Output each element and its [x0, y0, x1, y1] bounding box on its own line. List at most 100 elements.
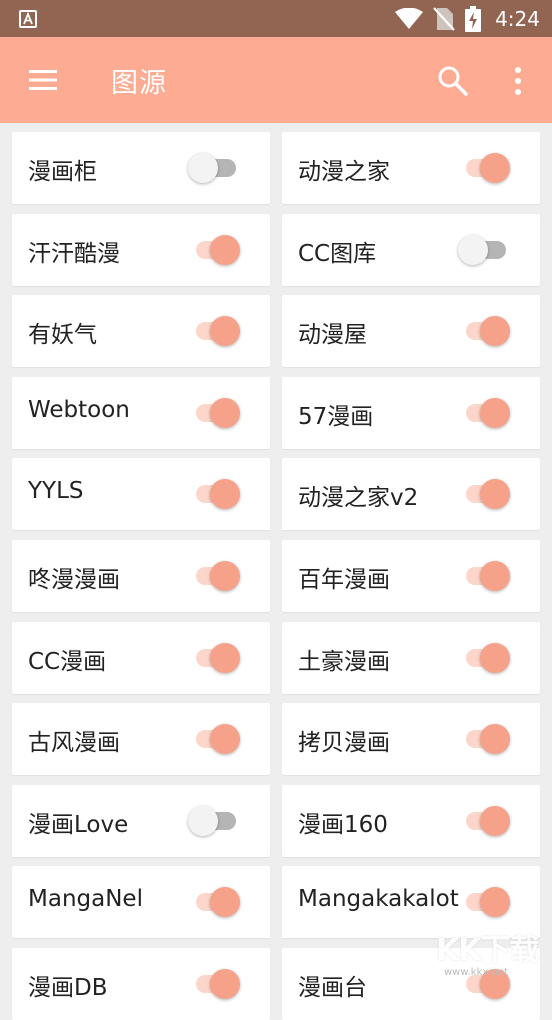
- source-toggle[interactable]: [188, 396, 248, 430]
- source-card[interactable]: 动漫之家: [282, 132, 540, 204]
- toggle-thumb: [480, 887, 510, 918]
- source-toggle[interactable]: [458, 641, 518, 675]
- source-card[interactable]: Mangakakalot: [282, 866, 540, 939]
- search-icon[interactable]: [436, 64, 470, 98]
- source-name: CC漫画: [28, 648, 107, 675]
- source-name: 动漫之家v2: [298, 485, 419, 512]
- source-toggle[interactable]: [188, 722, 248, 756]
- source-toggle[interactable]: [458, 559, 518, 593]
- source-name: Webtoon: [28, 396, 130, 423]
- source-toggle[interactable]: [188, 151, 248, 185]
- source-card[interactable]: MangaNel: [12, 866, 270, 939]
- source-name: 土豪漫画: [298, 648, 390, 675]
- source-name: MangaNel: [28, 886, 143, 913]
- toggle-thumb: [210, 479, 240, 510]
- source-toggle[interactable]: [188, 233, 248, 267]
- source-card[interactable]: 动漫屋: [282, 295, 540, 368]
- source-toggle[interactable]: [458, 314, 518, 348]
- source-name: 动漫之家: [298, 159, 390, 185]
- wifi-icon: [395, 8, 424, 29]
- source-toggle[interactable]: [458, 885, 518, 919]
- menu-icon[interactable]: [23, 64, 63, 96]
- source-grid: 漫画柜 动漫之家汗汗酷漫 CC图库有妖气 动漫屋 Webtoon 57漫画 YYLS 动漫之家…: [0, 123, 552, 1020]
- source-name: 漫画柜: [28, 159, 97, 185]
- source-card[interactable]: 漫画柜: [12, 132, 270, 204]
- source-toggle[interactable]: [188, 477, 248, 511]
- source-toggle[interactable]: [458, 233, 518, 267]
- source-toggle[interactable]: [458, 804, 518, 838]
- source-name: 百年漫画: [298, 567, 390, 593]
- source-toggle[interactable]: [188, 967, 248, 1001]
- toggle-thumb: [480, 724, 510, 755]
- toggle-thumb: [480, 479, 510, 510]
- source-name: YYLS: [28, 478, 84, 505]
- source-card[interactable]: 土豪漫画: [282, 621, 540, 694]
- source-name: 57漫画: [298, 403, 374, 430]
- toggle-thumb: [480, 153, 510, 183]
- source-card[interactable]: CC漫画: [12, 621, 270, 694]
- source-card[interactable]: CC图库: [282, 213, 540, 286]
- source-name: 有妖气: [28, 322, 97, 349]
- source-toggle[interactable]: [458, 967, 518, 1001]
- toggle-thumb: [188, 805, 218, 836]
- toggle-thumb: [480, 561, 510, 591]
- page-title: 图源: [111, 68, 167, 99]
- source-card[interactable]: 漫画Love: [12, 784, 270, 857]
- more-vert-icon[interactable]: [506, 64, 530, 98]
- app-bar: 图源: [0, 37, 552, 123]
- source-name: 动漫屋: [298, 322, 367, 349]
- source-name: 漫画160: [298, 811, 388, 838]
- toggle-thumb: [480, 397, 510, 428]
- toggle-thumb: [210, 887, 240, 918]
- toggle-thumb: [210, 969, 240, 999]
- source-card[interactable]: 咚漫漫画: [12, 540, 270, 612]
- toggle-thumb: [210, 724, 240, 755]
- source-toggle[interactable]: [188, 885, 248, 919]
- battery-charging-icon: [465, 6, 482, 32]
- source-name: Mangakakalot: [298, 886, 459, 913]
- source-card[interactable]: YYLS: [12, 458, 270, 531]
- source-card[interactable]: 动漫之家v2: [282, 458, 540, 531]
- toggle-thumb: [210, 316, 240, 347]
- source-toggle[interactable]: [188, 314, 248, 348]
- source-toggle[interactable]: [458, 477, 518, 511]
- source-name: 拷贝漫画: [298, 730, 390, 757]
- source-card[interactable]: 漫画160: [282, 784, 540, 857]
- source-card[interactable]: 拷贝漫画: [282, 703, 540, 776]
- toggle-thumb: [210, 642, 240, 673]
- source-card[interactable]: 漫画台: [282, 948, 540, 1020]
- toggle-thumb: [210, 397, 240, 428]
- source-toggle[interactable]: [458, 396, 518, 430]
- toggle-thumb: [458, 234, 488, 265]
- source-card[interactable]: Webtoon: [12, 376, 270, 449]
- source-toggle[interactable]: [458, 722, 518, 756]
- source-name: 古风漫画: [28, 730, 120, 757]
- toggle-thumb: [480, 969, 510, 999]
- source-card[interactable]: 汗汗酷漫: [12, 213, 270, 286]
- source-name: 咚漫漫画: [28, 567, 120, 593]
- clock: 4:24: [495, 7, 540, 31]
- source-name: 漫画DB: [28, 975, 108, 1001]
- no-sim-icon: [433, 7, 455, 31]
- source-toggle[interactable]: [188, 641, 248, 675]
- toggle-thumb: [480, 642, 510, 673]
- source-name: 漫画Love: [28, 811, 129, 838]
- source-card[interactable]: 57漫画: [282, 376, 540, 449]
- source-name: 汗汗酷漫: [28, 240, 120, 267]
- status-bar: 4:24: [0, 0, 552, 37]
- source-name: CC图库: [298, 240, 377, 267]
- source-toggle[interactable]: [188, 804, 248, 838]
- toggle-thumb: [210, 561, 240, 591]
- source-card[interactable]: 古风漫画: [12, 703, 270, 776]
- toggle-thumb: [480, 805, 510, 836]
- toggle-thumb: [480, 316, 510, 347]
- toggle-thumb: [188, 153, 218, 183]
- source-toggle[interactable]: [188, 559, 248, 593]
- source-name: 漫画台: [298, 975, 367, 1001]
- source-card[interactable]: 漫画DB: [12, 948, 270, 1020]
- toggle-thumb: [210, 234, 240, 265]
- source-card[interactable]: 百年漫画: [282, 540, 540, 612]
- source-toggle[interactable]: [458, 151, 518, 185]
- source-card[interactable]: 有妖气: [12, 295, 270, 368]
- app-notification-icon: [19, 10, 37, 28]
